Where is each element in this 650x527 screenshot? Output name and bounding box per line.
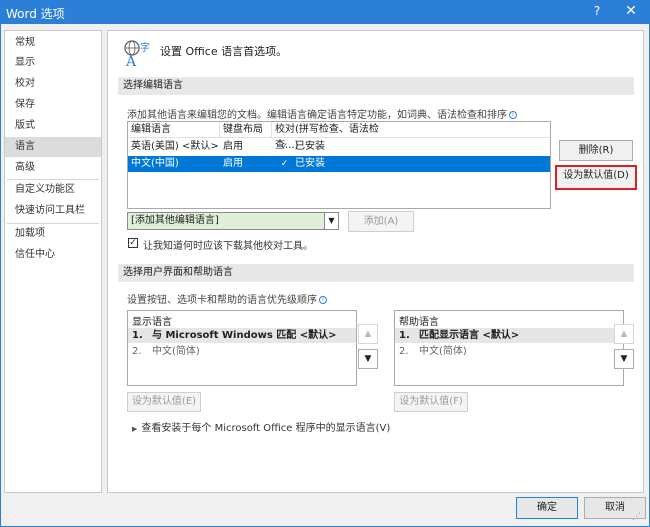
download-proofing-label: 让我知道何时应该下载其他校对工具。	[143, 241, 313, 252]
display-language-title: 显示语言	[132, 317, 172, 328]
editing-description-text: 添加其他语言来编辑您的文档。编辑语言确定语言特定功能，如词典、语法检查和排序	[127, 110, 507, 121]
list-item[interactable]: 1. 与 Microsoft Windows 匹配 <默认>	[128, 328, 356, 343]
help-language-title: 帮助语言	[399, 317, 439, 328]
download-proofing-checkbox[interactable]: ✓	[128, 238, 138, 248]
proofing-check-icon: ✓	[280, 159, 289, 169]
editing-language-table: 编辑语言 键盘布局 校对(拼写检查、语法检查...) 英语(美国) <默认> 启…	[127, 121, 551, 209]
sidebar-item-general[interactable]: 常规	[5, 33, 101, 53]
section-editing-language: 选择编辑语言	[118, 77, 634, 95]
list-item-number: 1.	[399, 330, 410, 341]
close-icon[interactable]: ✕	[622, 3, 640, 21]
list-item-number: 1.	[132, 330, 143, 341]
window-title: Word 选项	[6, 7, 65, 21]
resize-grip-icon[interactable]: ⋰	[632, 512, 641, 522]
arrow-up-icon: ▲	[364, 329, 372, 339]
set-default-display-button[interactable]: 设为默认值(E)	[127, 392, 201, 412]
row-language: 英语(美国) <默认>	[131, 141, 219, 152]
view-display-languages-expander[interactable]: ▶ 查看安装于每个 Microsoft Office 程序中的显示语言(V)	[132, 419, 390, 434]
row-proofing: 已安装	[295, 158, 325, 169]
set-default-help-button[interactable]: 设为默认值(F)	[394, 392, 468, 412]
title-bar: Word 选项 ? ✕	[0, 0, 650, 24]
help-move-down-button[interactable]: ▼	[614, 349, 634, 369]
sidebar-item-display[interactable]: 显示	[5, 53, 101, 73]
sidebar-item-customize-ribbon[interactable]: 自定义功能区	[5, 180, 101, 200]
info-icon[interactable]: i	[319, 296, 327, 304]
column-header-keyboard[interactable]: 键盘布局	[220, 122, 272, 138]
section-ui-language: 选择用户界面和帮助语言	[118, 264, 634, 282]
proofing-abc-icon: ✓	[280, 142, 289, 152]
sidebar-item-advanced[interactable]: 高级	[5, 158, 101, 178]
help-move-up-button[interactable]: ▲	[614, 324, 634, 344]
sidebar-item-trust-center[interactable]: 信任中心	[5, 245, 101, 265]
list-item-text: 中文(简体)	[419, 346, 467, 357]
sidebar-item-save[interactable]: 保存	[5, 95, 101, 115]
ok-button[interactable]: 确定	[516, 497, 578, 519]
add-button[interactable]: 添加(A)	[348, 211, 414, 232]
list-item-text: 中文(简体)	[152, 346, 200, 357]
arrow-down-icon: ▼	[620, 354, 628, 364]
svg-text:A: A	[125, 54, 137, 67]
arrow-down-icon: ▼	[364, 354, 372, 364]
page-title: 设置 Office 语言首选项。	[160, 45, 288, 58]
svg-text:字: 字	[140, 41, 150, 54]
editing-description: 添加其他语言来编辑您的文档。编辑语言确定语言特定功能，如词典、语法检查和排序 i	[127, 106, 517, 121]
table-row[interactable]: 中文(中国) 启用 ✓ 已安装	[128, 156, 550, 172]
list-item[interactable]: 1. 匹配显示语言 <默认>	[395, 328, 623, 343]
row-keyboard: 启用	[223, 141, 243, 152]
sidebar-item-proofing[interactable]: 校对	[5, 74, 101, 94]
sidebar-item-layout[interactable]: 版式	[5, 116, 101, 136]
list-item[interactable]: 2. 中文(简体)	[395, 344, 623, 359]
expand-triangle-icon: ▶	[132, 425, 138, 433]
add-language-combo-value: [添加其他编辑语言]	[131, 215, 219, 226]
sidebar-item-language[interactable]: 语言	[5, 137, 101, 157]
info-icon[interactable]: i	[509, 111, 517, 119]
help-icon[interactable]: ?	[588, 4, 606, 20]
list-item-text: 与 Microsoft Windows 匹配 <默认>	[152, 330, 337, 341]
sidebar: 常规 显示 校对 保存 版式 语言 高级 自定义功能区 快速访问工具栏 加载项 …	[4, 30, 102, 493]
set-default-editing-button[interactable]: 设为默认值(D)	[555, 165, 637, 190]
language-icon: 字 A	[124, 40, 150, 67]
list-item-number: 2.	[399, 346, 409, 357]
column-header-language[interactable]: 编辑语言	[128, 122, 220, 138]
chevron-down-icon[interactable]: ▼	[324, 213, 338, 229]
help-language-list: 帮助语言 1. 匹配显示语言 <默认> 2. 中文(简体)	[394, 310, 624, 386]
ui-description: 设置按钮、选项卡和帮助的语言优先级顺序 i	[127, 291, 327, 306]
arrow-up-icon: ▲	[620, 329, 628, 339]
display-move-up-button[interactable]: ▲	[358, 324, 378, 344]
sidebar-item-add-ins[interactable]: 加载项	[5, 224, 101, 244]
expander-label: 查看安装于每个 Microsoft Office 程序中的显示语言(V)	[141, 423, 391, 434]
column-header-proofing[interactable]: 校对(拼写检查、语法检查...)	[272, 122, 402, 151]
display-move-down-button[interactable]: ▼	[358, 349, 378, 369]
row-language: 中文(中国)	[131, 158, 179, 169]
display-language-list: 显示语言 1. 与 Microsoft Windows 匹配 <默认> 2. 中…	[127, 310, 357, 386]
add-language-combo[interactable]: [添加其他编辑语言] ▼	[127, 212, 339, 230]
list-item[interactable]: 2. 中文(简体)	[128, 344, 356, 359]
row-keyboard: 启用	[223, 158, 243, 169]
list-item-number: 2.	[132, 346, 142, 357]
row-proofing: 已安装	[295, 141, 325, 152]
table-row[interactable]: 英语(美国) <默认> 启用 ✓ 已安装	[128, 139, 550, 155]
ui-description-text: 设置按钮、选项卡和帮助的语言优先级顺序	[127, 295, 317, 306]
list-item-text: 匹配显示语言 <默认>	[419, 330, 520, 341]
table-header: 编辑语言 键盘布局 校对(拼写检查、语法检查...)	[128, 122, 550, 151]
sidebar-item-quick-access-toolbar[interactable]: 快速访问工具栏	[5, 201, 101, 221]
main-panel: 字 A 设置 Office 语言首选项。 选择编辑语言 添加其他语言来编辑您的文…	[107, 30, 644, 493]
remove-button[interactable]: 删除(R)	[559, 140, 633, 161]
